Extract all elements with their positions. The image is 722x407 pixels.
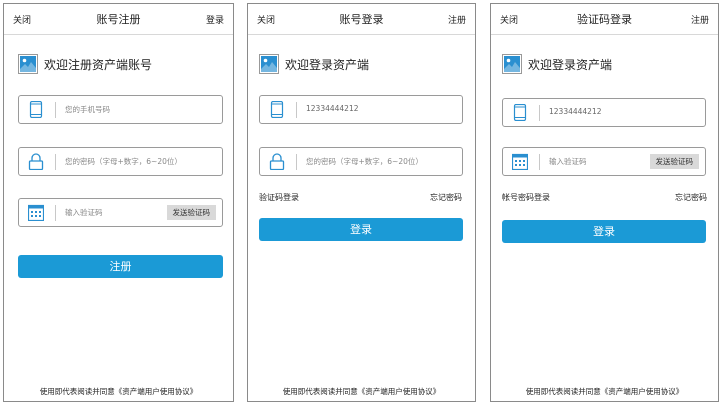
page-title: 账号注册 bbox=[96, 13, 141, 26]
lock-icon bbox=[269, 153, 285, 170]
phone-icon bbox=[270, 101, 284, 118]
separator bbox=[55, 154, 56, 170]
login-button[interactable]: 登录 bbox=[259, 218, 463, 241]
forgot-password-link[interactable]: 忘记密码 bbox=[675, 192, 707, 203]
register-link[interactable]: 注册 bbox=[691, 13, 709, 26]
image-icon bbox=[18, 54, 38, 74]
phone-value: 12334444212 bbox=[306, 104, 359, 113]
code-placeholder: 输入验证码 bbox=[549, 157, 587, 166]
forgot-password-link[interactable]: 忘记密码 bbox=[430, 192, 462, 203]
calendar-icon bbox=[512, 153, 528, 170]
calendar-icon bbox=[28, 204, 44, 221]
welcome-text: 欢迎注册资产端账号 bbox=[44, 58, 153, 72]
agreement-text[interactable]: 使用即代表阅读并同意《资产端用户使用协议》 bbox=[491, 386, 718, 397]
password-placeholder: 您的密码（字母+数字，6~20位） bbox=[65, 157, 182, 166]
send-code-button[interactable]: 发送验证码 bbox=[166, 205, 216, 220]
phone-value: 12334444212 bbox=[549, 107, 602, 116]
phone-field[interactable]: 12334444212 bbox=[502, 98, 706, 127]
code-login-screen: 关闭 验证码登录 注册 欢迎登录资产端 12334444212 输入验证码 发送… bbox=[490, 3, 719, 402]
register-link[interactable]: 注册 bbox=[448, 13, 466, 26]
page-title: 验证码登录 bbox=[577, 13, 632, 26]
phone-field[interactable]: 12334444212 bbox=[259, 95, 463, 124]
agreement-text[interactable]: 使用即代表阅读并同意《资产端用户使用协议》 bbox=[4, 386, 233, 397]
welcome-text: 欢迎登录资产端 bbox=[528, 58, 613, 72]
welcome-text: 欢迎登录资产端 bbox=[285, 58, 370, 72]
separator bbox=[296, 102, 297, 118]
code-field[interactable]: 输入验证码 发送验证码 bbox=[502, 147, 706, 176]
image-icon bbox=[259, 54, 279, 74]
phone-icon bbox=[513, 104, 527, 121]
login-link[interactable]: 登录 bbox=[206, 13, 224, 26]
separator bbox=[55, 102, 56, 118]
register-button[interactable]: 注册 bbox=[18, 255, 223, 278]
separator bbox=[539, 154, 540, 170]
account-login-screen: 关闭 账号登录 注册 欢迎登录资产端 12334444212 您的密码（字母+数… bbox=[247, 3, 476, 402]
header: 关闭 账号注册 登录 bbox=[4, 4, 233, 35]
phone-placeholder: 您的手机号码 bbox=[65, 105, 110, 114]
send-code-button[interactable]: 发送验证码 bbox=[649, 154, 699, 169]
login-button[interactable]: 登录 bbox=[502, 220, 706, 243]
separator bbox=[539, 105, 540, 121]
password-login-link[interactable]: 帐号密码登录 bbox=[502, 192, 550, 203]
header: 关闭 验证码登录 注册 bbox=[491, 4, 718, 35]
separator bbox=[55, 205, 56, 221]
password-field[interactable]: 您的密码（字母+数字，6~20位） bbox=[259, 147, 463, 176]
password-placeholder: 您的密码（字母+数字，6~20位） bbox=[306, 157, 423, 166]
lock-icon bbox=[28, 153, 44, 170]
password-field[interactable]: 您的密码（字母+数字，6~20位） bbox=[18, 147, 223, 176]
header: 关闭 账号登录 注册 bbox=[248, 4, 475, 35]
code-placeholder: 输入验证码 bbox=[65, 208, 103, 217]
register-screen: 关闭 账号注册 登录 欢迎注册资产端账号 您的手机号码 您的密码（字母+数字，6… bbox=[3, 3, 234, 402]
code-login-link[interactable]: 验证码登录 bbox=[259, 192, 299, 203]
separator bbox=[296, 154, 297, 170]
phone-field[interactable]: 您的手机号码 bbox=[18, 95, 223, 124]
image-icon bbox=[502, 54, 522, 74]
agreement-text[interactable]: 使用即代表阅读并同意《资产端用户使用协议》 bbox=[248, 386, 475, 397]
phone-icon bbox=[29, 101, 43, 118]
code-field[interactable]: 输入验证码 发送验证码 bbox=[18, 198, 223, 227]
page-title: 账号登录 bbox=[339, 13, 384, 26]
